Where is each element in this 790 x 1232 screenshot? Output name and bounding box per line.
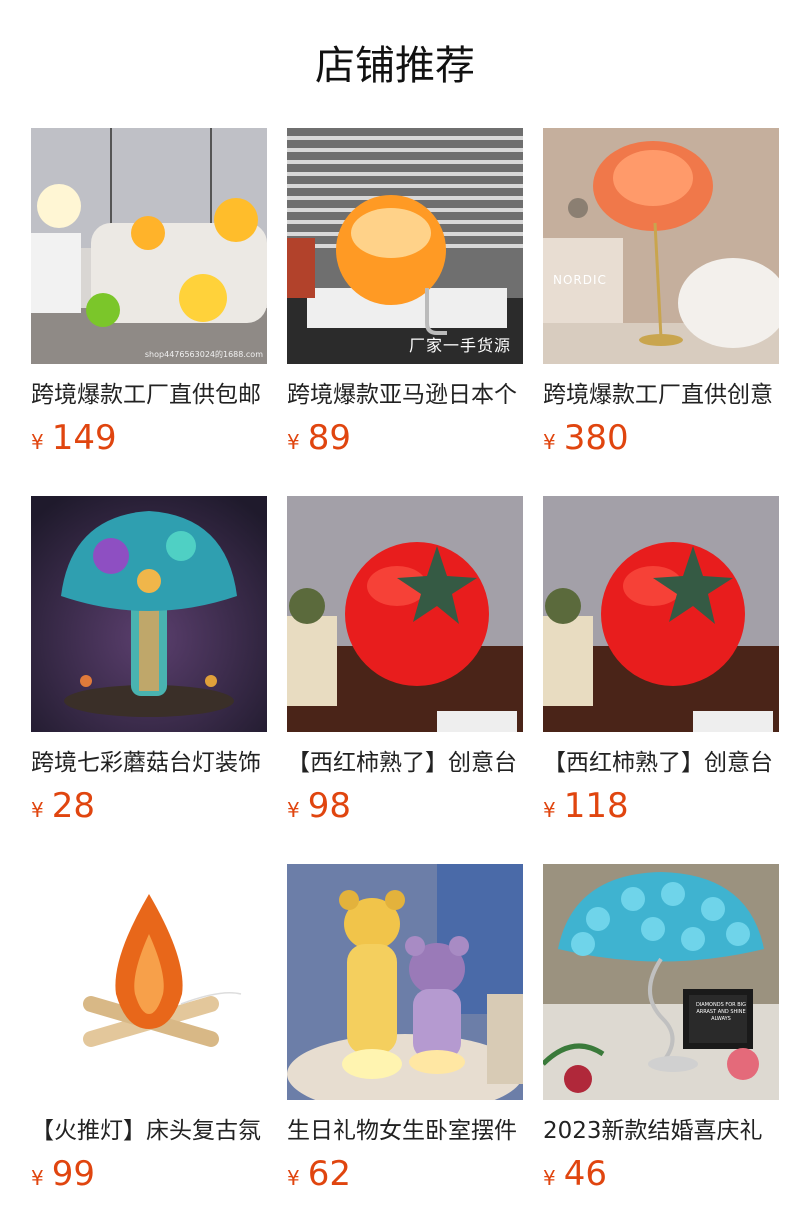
price-amount: 46 bbox=[563, 1154, 607, 1194]
price-amount: 118 bbox=[563, 786, 629, 826]
product-card[interactable]: 【西红柿熟了】创意台 ¥ 98 bbox=[287, 496, 523, 864]
price-amount: 99 bbox=[51, 1154, 95, 1194]
price-amount: 28 bbox=[51, 786, 95, 826]
campfire-lamp-image bbox=[31, 864, 267, 1100]
currency-symbol: ¥ bbox=[543, 1166, 556, 1190]
product-price: ¥ 46 bbox=[543, 1154, 779, 1194]
product-price: ¥ 149 bbox=[31, 418, 267, 458]
product-card[interactable]: shop4476563024的1688.com 跨境爆款工厂直供包邮 ¥ 149 bbox=[31, 128, 267, 496]
image-overlay-caption: 厂家一手货源 bbox=[408, 336, 511, 355]
price-amount: 98 bbox=[307, 786, 351, 826]
product-image[interactable]: DIAMONDS FOR BIG ARRAST AND SHINE ALWAYS bbox=[543, 864, 779, 1100]
image-watermark: shop4476563024的1688.com bbox=[144, 350, 263, 359]
currency-symbol: ¥ bbox=[543, 798, 556, 822]
product-name[interactable]: 跨境爆款亚马逊日本个 bbox=[287, 378, 523, 412]
currency-symbol: ¥ bbox=[31, 798, 44, 822]
product-card[interactable]: DIAMONDS FOR BIG ARRAST AND SHINE ALWAYS… bbox=[543, 864, 779, 1232]
mushroom-lamp-image bbox=[31, 496, 267, 732]
product-card[interactable]: 跨境七彩蘑菇台灯装饰 ¥ 28 bbox=[31, 496, 267, 864]
product-name[interactable]: 【西红柿熟了】创意台 bbox=[287, 746, 523, 780]
product-price: ¥ 28 bbox=[31, 786, 267, 826]
price-amount: 380 bbox=[563, 418, 629, 458]
currency-symbol: ¥ bbox=[543, 430, 556, 454]
orange-globe-lamp-image bbox=[287, 128, 523, 364]
product-name[interactable]: 生日礼物女生卧室摆件 bbox=[287, 1114, 523, 1148]
product-grid: shop4476563024的1688.com 跨境爆款工厂直供包邮 ¥ 149 bbox=[31, 128, 790, 1232]
product-price: ¥ 380 bbox=[543, 418, 779, 458]
product-name[interactable]: 【火推灯】床头复古氛 bbox=[31, 1114, 267, 1148]
product-image[interactable] bbox=[287, 864, 523, 1100]
product-image[interactable] bbox=[31, 864, 267, 1100]
product-price: ¥ 99 bbox=[31, 1154, 267, 1194]
price-amount: 62 bbox=[307, 1154, 351, 1194]
feather-floor-lamp-image bbox=[543, 128, 779, 364]
price-amount: 89 bbox=[307, 418, 351, 458]
page-title: 店铺推荐 bbox=[315, 43, 475, 89]
product-image[interactable] bbox=[543, 496, 779, 732]
product-image[interactable]: 厂家一手货源 bbox=[287, 128, 523, 364]
product-card[interactable]: 【西红柿熟了】创意台 ¥ 118 bbox=[543, 496, 779, 864]
tomato-lamp-image bbox=[287, 496, 523, 732]
globe-lamps-image bbox=[31, 128, 267, 364]
product-card[interactable]: 【火推灯】床头复古氛 ¥ 99 bbox=[31, 864, 267, 1232]
currency-symbol: ¥ bbox=[287, 430, 300, 454]
image-overlay-caption: NORDIC bbox=[553, 273, 607, 287]
tomato-lamp-image bbox=[543, 496, 779, 732]
price-amount: 149 bbox=[51, 418, 117, 458]
product-image[interactable] bbox=[287, 496, 523, 732]
rose-lamp-image bbox=[543, 864, 779, 1100]
product-price: ¥ 98 bbox=[287, 786, 523, 826]
currency-symbol: ¥ bbox=[31, 1166, 44, 1190]
product-name[interactable]: 2023新款结婚喜庆礼 bbox=[543, 1114, 779, 1148]
product-name[interactable]: 跨境七彩蘑菇台灯装饰 bbox=[31, 746, 267, 780]
product-name[interactable]: 跨境爆款工厂直供创意 bbox=[543, 378, 779, 412]
product-image[interactable]: shop4476563024的1688.com bbox=[31, 128, 267, 364]
product-price: ¥ 118 bbox=[543, 786, 779, 826]
bear-lamp-image bbox=[287, 864, 523, 1100]
product-card[interactable]: 厂家一手货源 跨境爆款亚马逊日本个 ¥ 89 bbox=[287, 128, 523, 496]
product-card[interactable]: 生日礼物女生卧室摆件 ¥ 62 bbox=[287, 864, 523, 1232]
currency-symbol: ¥ bbox=[31, 430, 44, 454]
product-card[interactable]: NORDIC 跨境爆款工厂直供创意 ¥ 380 bbox=[543, 128, 779, 496]
product-image[interactable]: NORDIC bbox=[543, 128, 779, 364]
product-name[interactable]: 跨境爆款工厂直供包邮 bbox=[31, 378, 267, 412]
currency-symbol: ¥ bbox=[287, 1166, 300, 1190]
image-overlay-caption: DIAMONDS FOR BIG ARRAST AND SHINE ALWAYS bbox=[695, 1002, 746, 1022]
product-price: ¥ 89 bbox=[287, 418, 523, 458]
product-name[interactable]: 【西红柿熟了】创意台 bbox=[543, 746, 779, 780]
product-price: ¥ 62 bbox=[287, 1154, 523, 1194]
currency-symbol: ¥ bbox=[287, 798, 300, 822]
product-image[interactable] bbox=[31, 496, 267, 732]
